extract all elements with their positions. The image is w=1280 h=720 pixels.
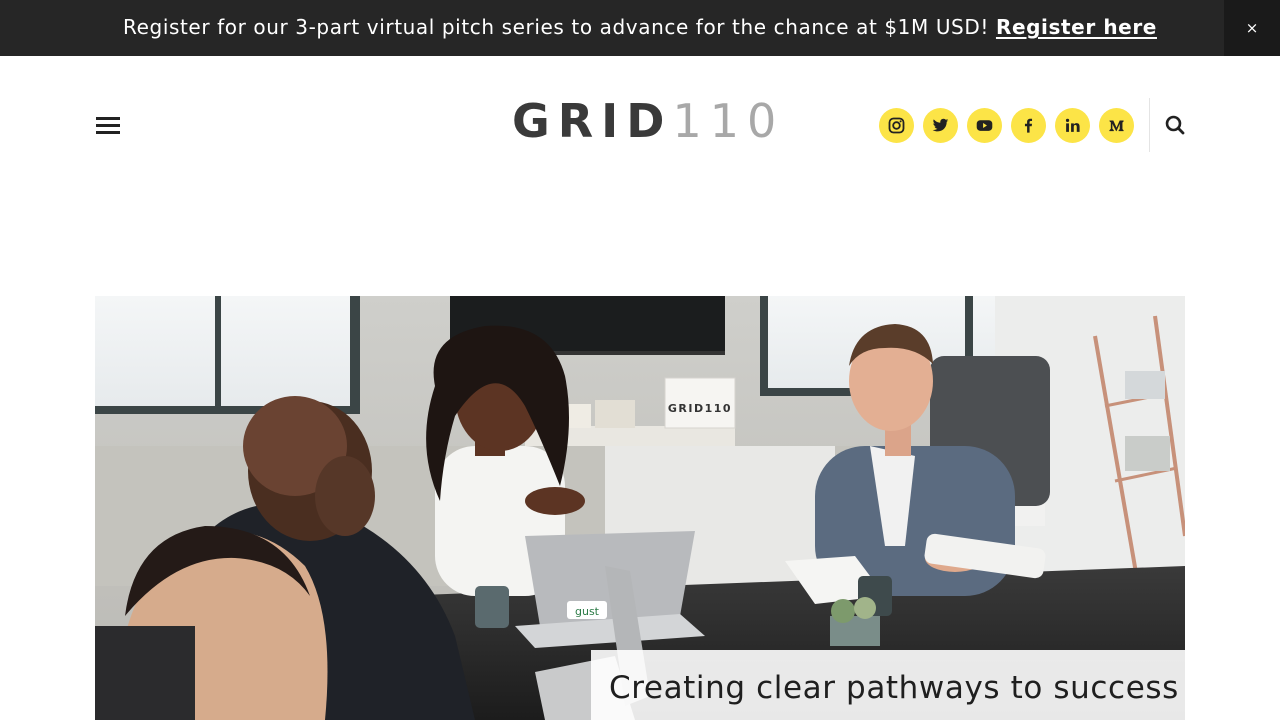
search-icon[interactable] [1163, 113, 1187, 137]
close-announcement-button[interactable]: × [1224, 0, 1280, 56]
site-logo[interactable]: GRID110 [512, 96, 784, 146]
announcement-text: Register for our 3-part virtual pitch se… [123, 15, 989, 39]
logo-secondary: 110 [672, 94, 785, 148]
medium-icon[interactable] [1099, 108, 1134, 143]
menu-icon[interactable] [96, 117, 120, 135]
linkedin-icon[interactable] [1055, 108, 1090, 143]
sign-text: GRID110 [668, 402, 732, 415]
facebook-icon[interactable] [1011, 108, 1046, 143]
hero-image: GRID110 gust Creating clear pathways to … [95, 296, 1185, 720]
hero-caption-box: Creating clear pathways to success [591, 650, 1185, 720]
register-link[interactable]: Register here [996, 15, 1157, 39]
youtube-icon[interactable] [967, 108, 1002, 143]
twitter-icon[interactable] [923, 108, 958, 143]
site-header: GRID110 [0, 56, 1280, 196]
announcement-message: Register for our 3-part virtual pitch se… [0, 0, 1280, 56]
header-divider [1149, 98, 1150, 152]
laptop-sticker: gust [575, 605, 600, 618]
announcement-bar: Register for our 3-part virtual pitch se… [0, 0, 1280, 56]
instagram-icon[interactable] [879, 108, 914, 143]
logo-primary: GRID [512, 94, 673, 148]
hero-title: Creating clear pathways to success [609, 670, 1179, 706]
